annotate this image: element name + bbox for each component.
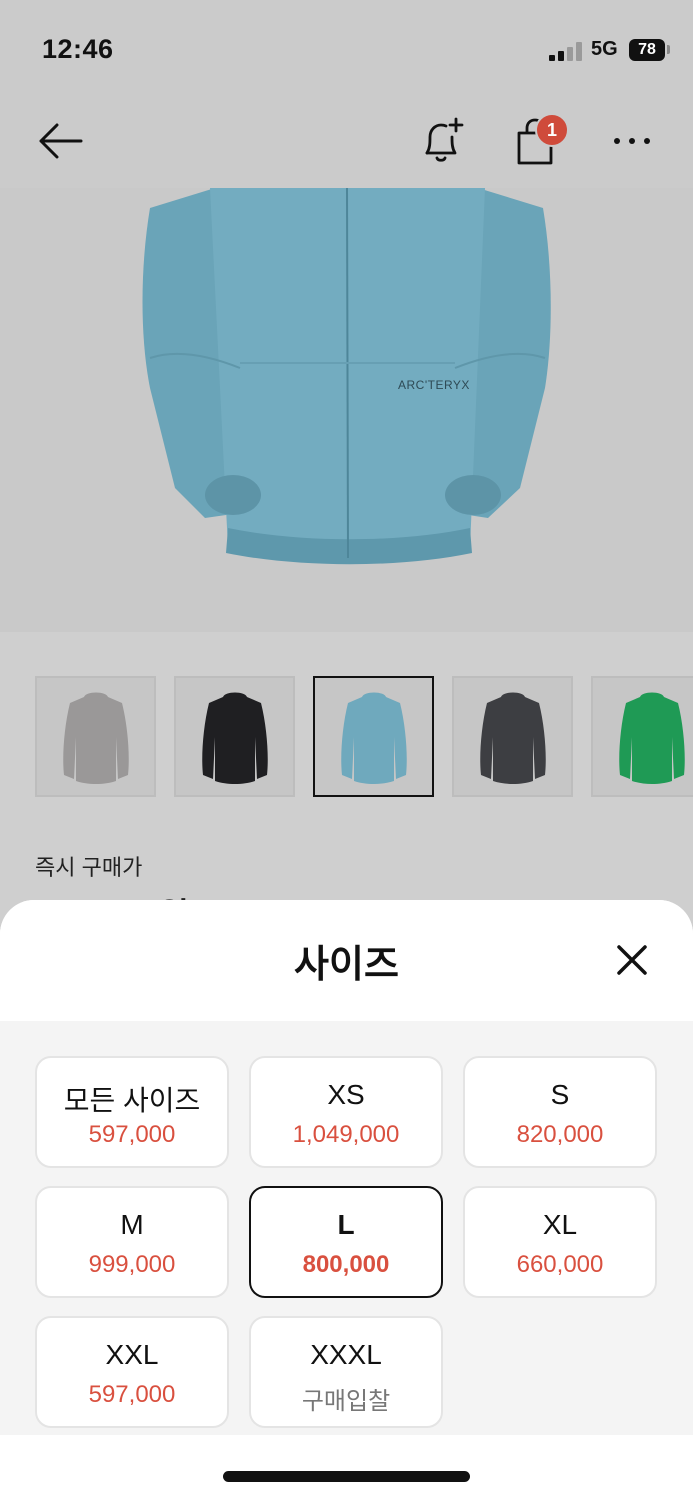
- close-icon: [617, 945, 647, 975]
- jacket-illustration: [142, 188, 551, 565]
- notify-button[interactable]: [413, 113, 469, 169]
- more-button[interactable]: [604, 113, 660, 169]
- cart-badge: 1: [535, 113, 569, 147]
- close-button[interactable]: [610, 938, 654, 982]
- size-bottom-sheet: 사이즈 모든 사이즈 597,000 XS 1,049,000 S 820,00…: [0, 900, 693, 1500]
- size-price: 597,000: [88, 1121, 176, 1148]
- nav-bar: 1: [0, 95, 693, 188]
- status-time: 12:46: [42, 34, 114, 64]
- size-label: XS: [327, 1079, 365, 1110]
- size-options-grid: 모든 사이즈 597,000 XS 1,049,000 S 820,000 M …: [0, 1021, 693, 1435]
- cart-button[interactable]: 1: [507, 113, 569, 169]
- status-bar: 12:46 5G 78: [0, 0, 693, 95]
- size-label: S: [550, 1079, 570, 1110]
- bell-plus-icon: [425, 117, 464, 162]
- sheet-title: 사이즈: [294, 944, 399, 986]
- size-option-xl[interactable]: XL 660,000: [463, 1186, 657, 1298]
- size-label: L: [337, 1209, 355, 1240]
- back-button[interactable]: [32, 113, 88, 169]
- bid-label: 구매입찰: [301, 1388, 391, 1415]
- size-price: 820,000: [516, 1121, 604, 1148]
- brand-logo: ARC'TERYX: [398, 378, 470, 392]
- jacket-thumb-icon: [201, 692, 268, 784]
- size-label: M: [120, 1209, 144, 1240]
- size-option-xxxl[interactable]: XXXL 구매입찰: [249, 1316, 443, 1428]
- size-price: 999,000: [88, 1251, 176, 1278]
- product-image[interactable]: ARC'TERYX: [0, 188, 693, 632]
- jacket-thumb-icon: [479, 692, 546, 784]
- size-price: 660,000: [516, 1251, 604, 1278]
- more-dots-icon: [614, 138, 650, 144]
- thumbnail-dark-grey[interactable]: [452, 676, 573, 797]
- size-label: XL: [542, 1209, 578, 1240]
- thumbnail-green[interactable]: [591, 676, 693, 797]
- size-label: 모든 사이즈: [63, 1085, 201, 1116]
- size-price: 800,000: [302, 1251, 390, 1278]
- thumbnail-blue-selected[interactable]: [313, 676, 434, 797]
- size-option-m[interactable]: M 999,000: [35, 1186, 229, 1298]
- size-label: XXL: [105, 1339, 159, 1370]
- size-label: XXXL: [310, 1339, 382, 1370]
- size-option-xs[interactable]: XS 1,049,000: [249, 1056, 443, 1168]
- thumbnail-grey[interactable]: [35, 676, 156, 797]
- color-thumbnails: [35, 676, 693, 798]
- arrow-left-icon: [39, 123, 83, 159]
- signal-icon: [549, 41, 585, 61]
- size-option-l-selected[interactable]: L 800,000: [249, 1186, 443, 1298]
- sheet-header: 사이즈: [0, 900, 693, 1021]
- thumbnail-black[interactable]: [174, 676, 295, 797]
- battery-tip: [667, 45, 670, 54]
- network-type: 5G: [591, 38, 618, 60]
- jacket-thumb-icon: [62, 692, 129, 784]
- instant-buy-label: 즉시 구매가: [35, 855, 143, 880]
- size-option-all[interactable]: 모든 사이즈 597,000: [35, 1056, 229, 1168]
- battery-icon: 78: [629, 39, 665, 61]
- size-price: 1,049,000: [292, 1121, 400, 1148]
- size-price: 597,000: [88, 1381, 176, 1408]
- size-option-xxl[interactable]: XXL 597,000: [35, 1316, 229, 1428]
- jacket-thumb-icon: [340, 692, 407, 784]
- size-option-s[interactable]: S 820,000: [463, 1056, 657, 1168]
- jacket-thumb-icon: [618, 692, 685, 784]
- home-indicator: [223, 1471, 470, 1482]
